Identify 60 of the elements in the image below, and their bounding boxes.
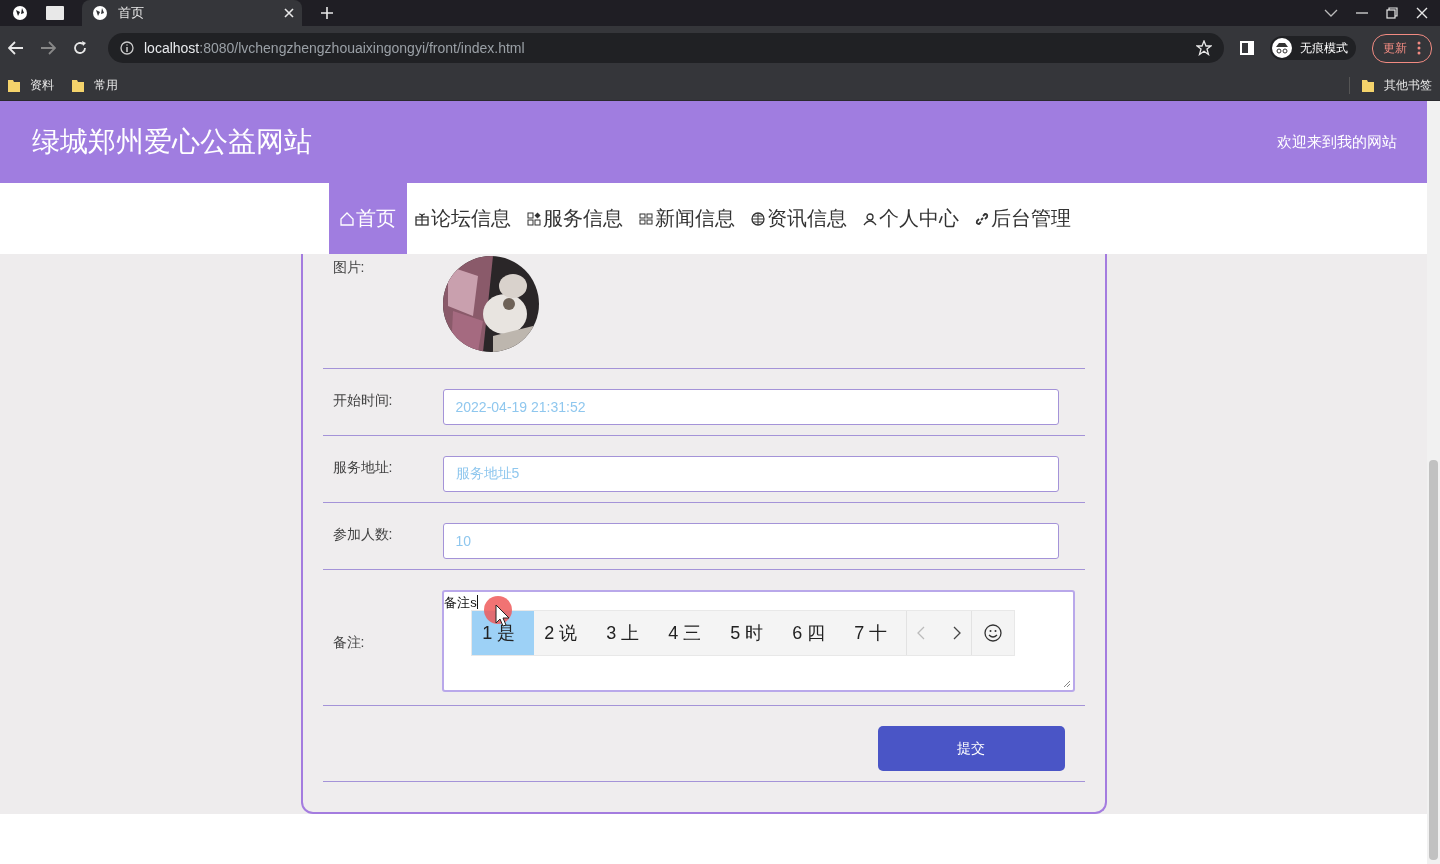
typed-text: 备注s [444,595,477,610]
grid-icon [526,211,541,226]
nav-item[interactable]: 新闻信息 [630,183,743,254]
ime-candidate[interactable]: 4 三 [658,611,721,655]
folder-icon [72,78,84,92]
field-label: 服务地址: [332,458,394,477]
address-bar[interactable]: localhost:8080/lvchengzhengzhouaixingongyi/front/index.html [108,33,1224,63]
globe-icon [92,5,108,21]
site-title: 绿城郑州爱心公益网站 [32,125,312,159]
gift-icon [414,211,429,226]
nav-item[interactable]: 资讯信息 [742,183,855,254]
folder-icon [1362,78,1374,92]
ime-candidate[interactable]: 5 时 [720,611,783,655]
globe-icon [750,211,765,226]
nav-item[interactable]: 后台管理 [966,183,1079,254]
ime-candidate[interactable]: 7 十 [844,611,907,655]
field-label: 开始时间: [332,391,394,410]
chevron-right-icon[interactable] [953,626,962,640]
more-icon [1417,41,1421,55]
submit-button[interactable]: 提交 [877,726,1065,771]
close-icon[interactable] [1416,7,1428,19]
incognito-icon [1272,38,1292,58]
reload-icon[interactable] [72,40,88,56]
bookmark[interactable]: 常用 [72,76,118,94]
plus-icon[interactable] [320,6,334,20]
ime-candidate[interactable]: 6 四 [782,611,845,655]
grid-icon [638,211,653,226]
back-icon[interactable] [8,41,24,55]
folder-icon [8,78,20,92]
field-label: 图片: [332,258,366,277]
home-icon [339,211,354,226]
chevron-down-icon[interactable] [1324,8,1338,18]
bookmark[interactable]: 资料 [8,76,54,94]
update-button[interactable]: 更新 [1372,33,1432,63]
text-area[interactable]: 备注s 1 是 2 说 3 上 4 三 5 时 6 四 7 十 [442,590,1075,692]
link-icon [974,211,989,226]
welcome-text: 欢迎来到我的网站 [1277,132,1397,152]
star-icon[interactable] [1196,40,1212,56]
nav-item[interactable]: 论坛信息 [406,183,519,254]
close-icon[interactable] [284,8,294,18]
smiley-icon[interactable] [984,624,1003,642]
forward-icon[interactable] [40,41,56,55]
browser-tab[interactable]: 首页 [82,0,302,26]
info-icon [120,41,134,55]
scrollbar-thumb[interactable] [1429,460,1438,860]
incognito-button[interactable]: 无痕模式 [1270,36,1356,60]
field-label: 参加人数: [332,525,394,544]
nav-item[interactable]: 个人中心 [854,183,967,254]
ime-candidate[interactable]: 3 上 [596,611,659,655]
tab-title: 首页 [118,4,145,22]
user-icon [862,211,877,226]
resize-handle-icon [1062,680,1071,688]
restore-icon[interactable] [1386,7,1398,19]
field-label: 备注: [332,632,366,652]
side-panel-icon[interactable] [1240,41,1254,55]
globe-icon[interactable] [12,5,28,21]
bookmark[interactable]: 其他书签 [1349,76,1432,94]
ime-candidate[interactable]: 2 说 [534,611,597,655]
nav-item[interactable]: 服务信息 [518,183,631,254]
url-text: localhost:8080/lvchengzhengzhouaixingongyi/front/index.html [144,40,525,56]
